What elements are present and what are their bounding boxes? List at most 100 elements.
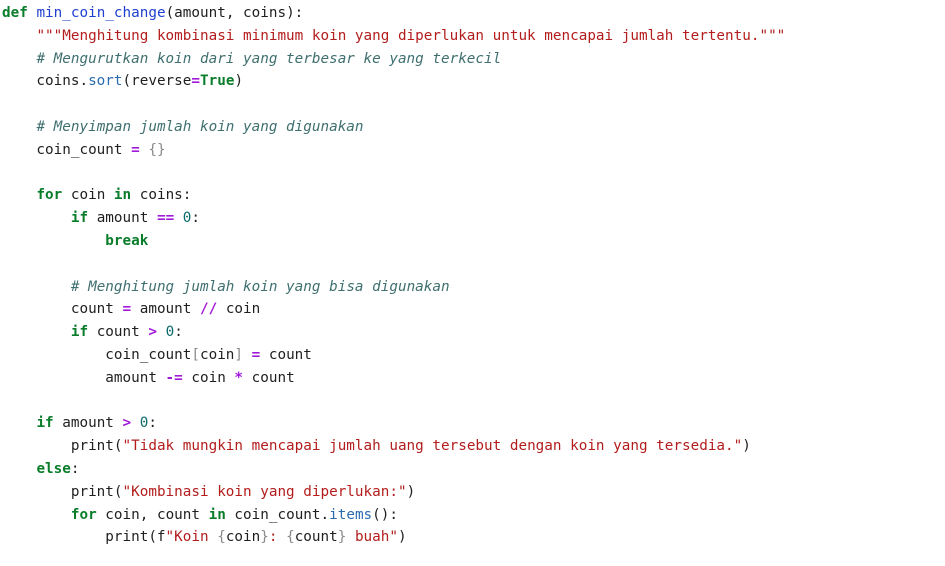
code-token: print(f — [2, 529, 166, 546]
code-token: ) — [406, 483, 416, 500]
code-line: coin_count = {} — [2, 139, 945, 162]
code-token: = — [131, 141, 140, 158]
code-line: if amount > 0: — [2, 412, 945, 435]
code-token: ) — [742, 438, 751, 455]
code-token: (reverse — [122, 73, 192, 90]
code-token: in — [113, 187, 132, 204]
code-line: count = amount // coin — [2, 298, 945, 321]
code-line: if count > 0: — [2, 321, 945, 344]
code-token: coin_count — [2, 141, 132, 158]
code-token: amount — [131, 301, 200, 318]
code-token: : — [70, 460, 80, 477]
code-token: print( — [2, 483, 123, 500]
code-token: // — [200, 301, 218, 318]
code-token: in — [208, 506, 226, 523]
code-line: amount -= coin * count — [2, 367, 945, 390]
code-line: # Mengurutkan koin dari yang terbesar ke… — [2, 48, 945, 71]
code-block: def min_coin_change(amount, coins): """M… — [0, 0, 945, 566]
code-token: : — [268, 529, 287, 546]
code-token: coin_count. — [225, 506, 330, 523]
code-token: { — [286, 529, 295, 546]
code-token: coin — [199, 346, 235, 363]
code-line: """Menghitung kombinasi minimum koin yan… — [2, 25, 945, 48]
code-token: > — [122, 415, 132, 432]
code-token: count — [2, 301, 123, 318]
code-token: for — [70, 506, 97, 523]
code-token: amount — [53, 415, 123, 432]
code-token: def — [2, 5, 28, 21]
code-token: count — [260, 346, 312, 363]
code-token: items — [329, 506, 373, 523]
code-token: sort — [88, 73, 123, 90]
code-token: 0 — [165, 324, 175, 341]
code-line: def min_coin_change(amount, coins): — [2, 2, 945, 25]
code-line: for coin, count in coin_count.items(): — [2, 504, 945, 527]
code-token: = — [251, 346, 261, 363]
code-token: min_coin_change — [36, 5, 166, 21]
code-token: ] — [234, 346, 244, 363]
code-token: if — [70, 210, 89, 227]
code-token: buah" — [346, 529, 398, 546]
code-token: ) — [398, 529, 407, 546]
code-token: amount — [2, 369, 166, 386]
code-token: = — [122, 301, 132, 318]
code-token: = — [191, 73, 200, 90]
code-token: { — [217, 529, 226, 546]
code-line: else: — [2, 458, 945, 481]
code-token: } — [260, 529, 269, 546]
code-line: break — [2, 230, 945, 253]
code-token: coin — [62, 187, 114, 204]
code-token: : — [191, 210, 201, 227]
code-token: > — [148, 324, 157, 341]
code-line: coins.sort(reverse=True) — [2, 70, 945, 93]
code-token: ) — [234, 73, 244, 90]
code-token: coin — [217, 301, 261, 318]
code-token: # Menyimpan jumlah koin yang digunakan — [36, 118, 364, 135]
code-token: -= — [165, 369, 183, 386]
code-token: coin — [182, 369, 235, 386]
code-token: : — [148, 415, 157, 432]
code-token: True — [200, 73, 235, 90]
code-token: coins. — [2, 73, 89, 90]
code-token: count — [294, 529, 338, 546]
code-token: break — [105, 232, 149, 249]
code-token: (amount, coins): — [165, 5, 304, 21]
code-token: for — [36, 187, 63, 204]
code-line: print("Kombinasi koin yang diperlukan:") — [2, 481, 945, 504]
code-line: print(f"Koin {coin}: {count} buah") — [2, 526, 945, 549]
code-token: """Menghitung kombinasi minimum koin yan… — [36, 27, 786, 44]
code-line: print("Tidak mungkin mencapai jumlah uan… — [2, 435, 945, 458]
code-token: [ — [191, 346, 200, 363]
code-token: : — [174, 324, 183, 341]
code-token: coins: — [131, 187, 192, 204]
code-token: print( — [2, 438, 123, 455]
code-token: # Mengurutkan koin dari yang terbesar ke… — [36, 50, 502, 67]
code-token: if — [70, 324, 89, 341]
code-line: # Menyimpan jumlah koin yang digunakan — [2, 116, 945, 139]
code-line: for coin in coins: — [2, 184, 945, 207]
code-line: coin_count[coin] = count — [2, 344, 945, 367]
code-token: * — [234, 369, 244, 386]
code-line: if amount == 0: — [2, 207, 945, 230]
code-token: (): — [372, 506, 398, 523]
code-line: # Menghitung jumlah koin yang bisa digun… — [2, 276, 945, 299]
code-token: # Menghitung jumlah koin yang bisa digun… — [70, 278, 450, 295]
code-token: coin_count — [2, 346, 192, 363]
